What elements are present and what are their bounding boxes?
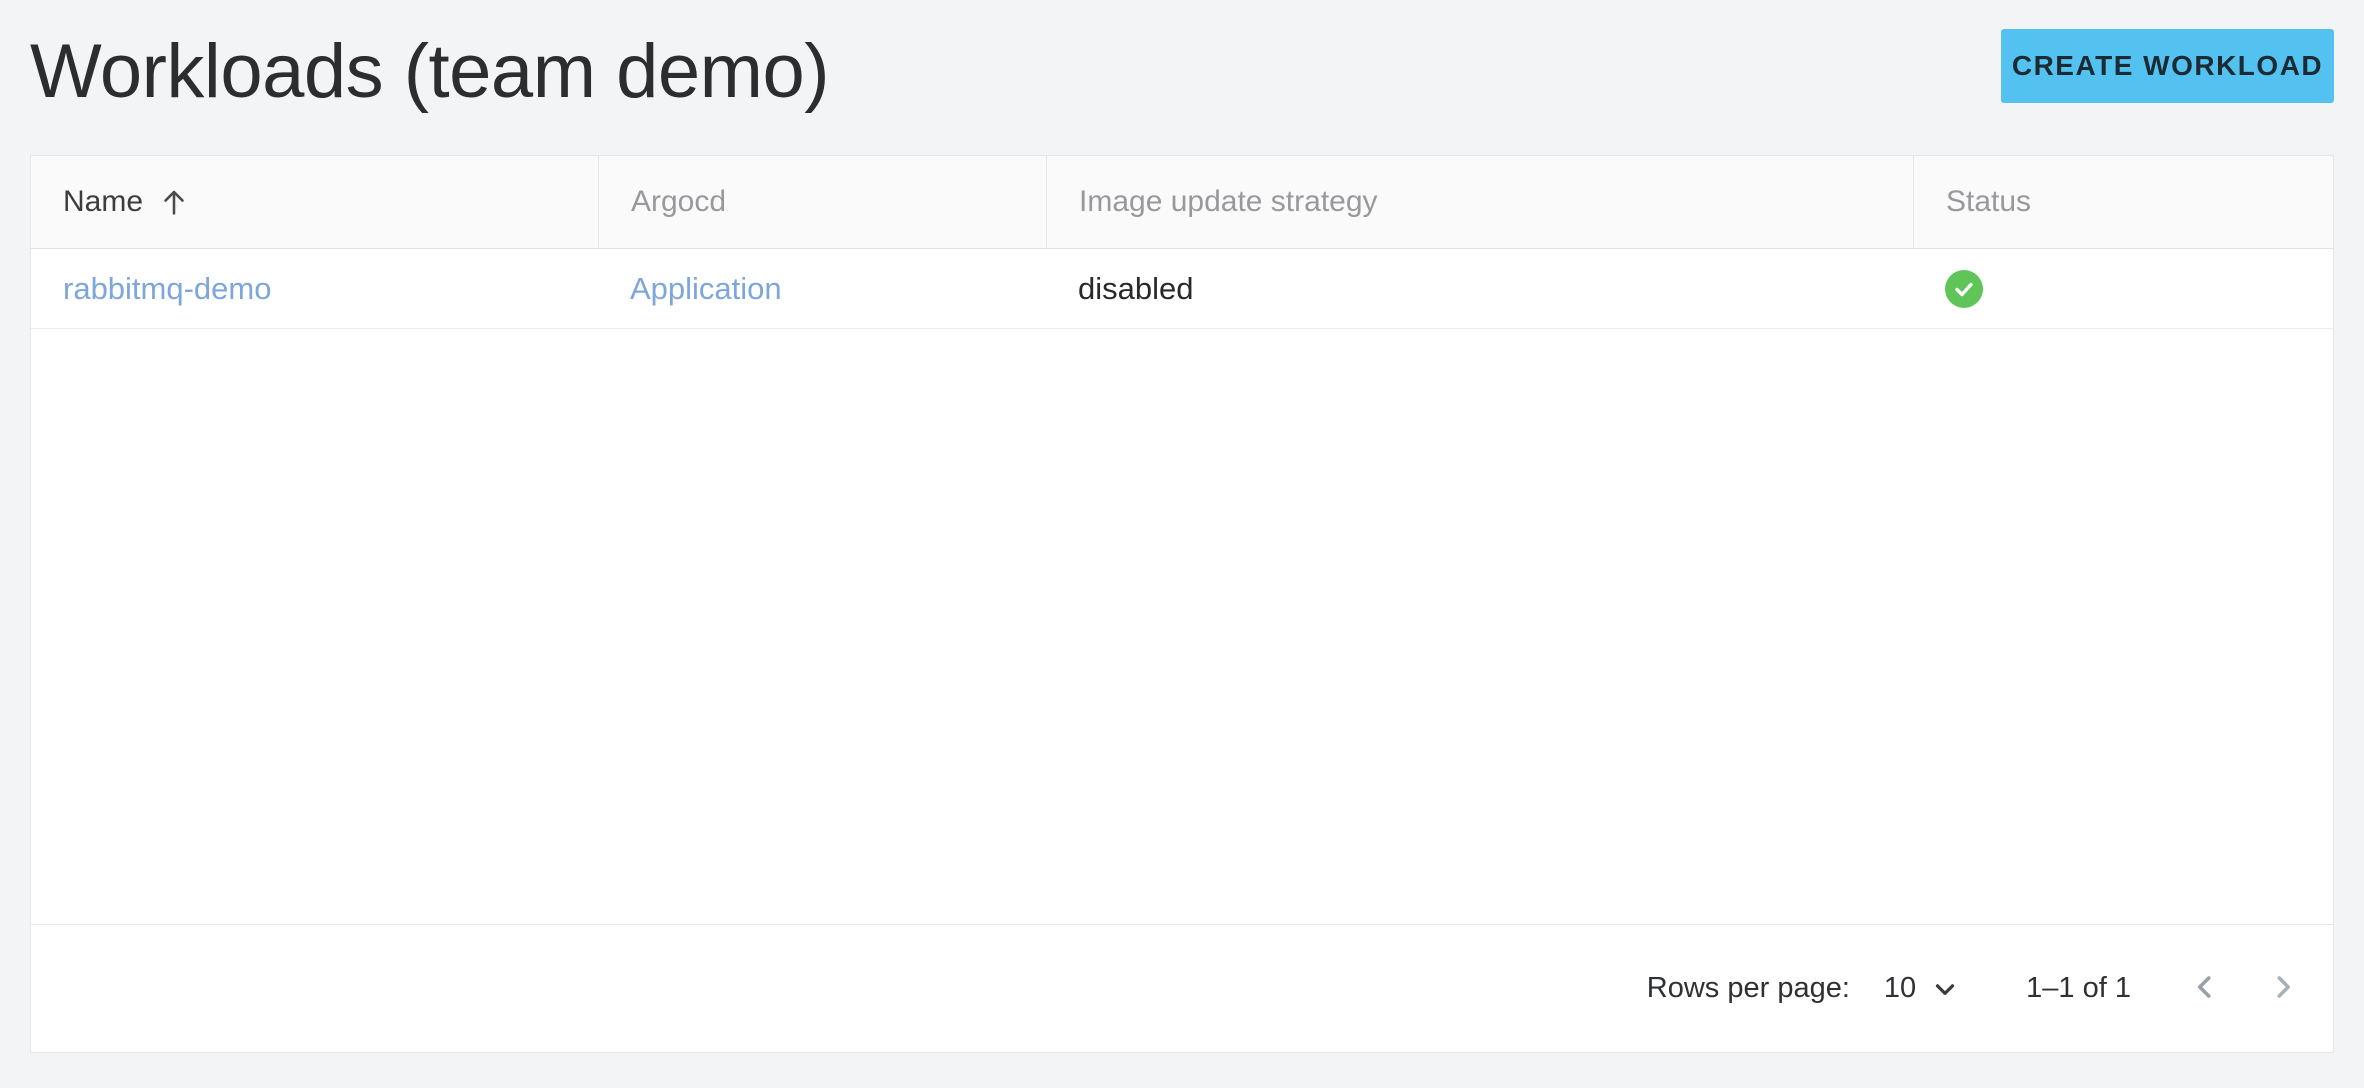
cell-image-update-strategy: disabled xyxy=(1046,249,1913,328)
rows-per-page-select[interactable]: 10 xyxy=(1884,972,1960,1005)
column-header-argocd-label: Argocd xyxy=(631,185,726,219)
next-page-button[interactable] xyxy=(2261,967,2305,1011)
column-header-argocd: Argocd xyxy=(598,156,1046,248)
pagination-bar: Rows per page: 10 1–1 of 1 xyxy=(31,924,2333,1052)
chevron-left-icon xyxy=(2187,969,2223,1008)
chevron-right-icon xyxy=(2265,969,2301,1008)
cell-argocd: Application xyxy=(598,249,1046,328)
column-header-name-label: Name xyxy=(63,185,143,219)
workload-name-link[interactable]: rabbitmq-demo xyxy=(63,271,271,307)
table-header-row: Name Argocd Image update strategy Status xyxy=(31,156,2333,249)
cell-status xyxy=(1913,249,2333,328)
image-update-strategy-value: disabled xyxy=(1078,271,1193,307)
pagination-range: 1–1 of 1 xyxy=(2026,972,2131,1005)
create-workload-button[interactable]: CREATE WORKLOAD xyxy=(2001,29,2334,103)
column-header-status: Status xyxy=(1913,156,2333,248)
table-empty-area xyxy=(31,329,2333,924)
argocd-application-link[interactable]: Application xyxy=(630,271,782,307)
column-header-status-label: Status xyxy=(1946,185,2031,219)
sort-ascending-icon xyxy=(157,185,191,219)
column-header-image-update-strategy-label: Image update strategy xyxy=(1079,185,1378,219)
status-ok-check-circle-icon xyxy=(1945,270,1983,308)
rows-per-page-label: Rows per page: xyxy=(1647,972,1850,1005)
column-header-image-update-strategy: Image update strategy xyxy=(1046,156,1913,248)
table-row: rabbitmq-demo Application disabled xyxy=(31,249,2333,329)
column-header-name[interactable]: Name xyxy=(31,156,598,248)
page-header: Workloads (team demo) CREATE WORKLOAD xyxy=(30,0,2334,155)
workloads-page: Workloads (team demo) CREATE WORKLOAD Na… xyxy=(0,0,2364,1088)
chevron-down-icon xyxy=(1930,974,1960,1004)
rows-per-page-value: 10 xyxy=(1884,972,1916,1005)
page-title: Workloads (team demo) xyxy=(30,34,829,124)
cell-name: rabbitmq-demo xyxy=(31,249,598,328)
workloads-table-card: Name Argocd Image update strategy Status xyxy=(30,155,2334,1053)
previous-page-button[interactable] xyxy=(2183,967,2227,1011)
